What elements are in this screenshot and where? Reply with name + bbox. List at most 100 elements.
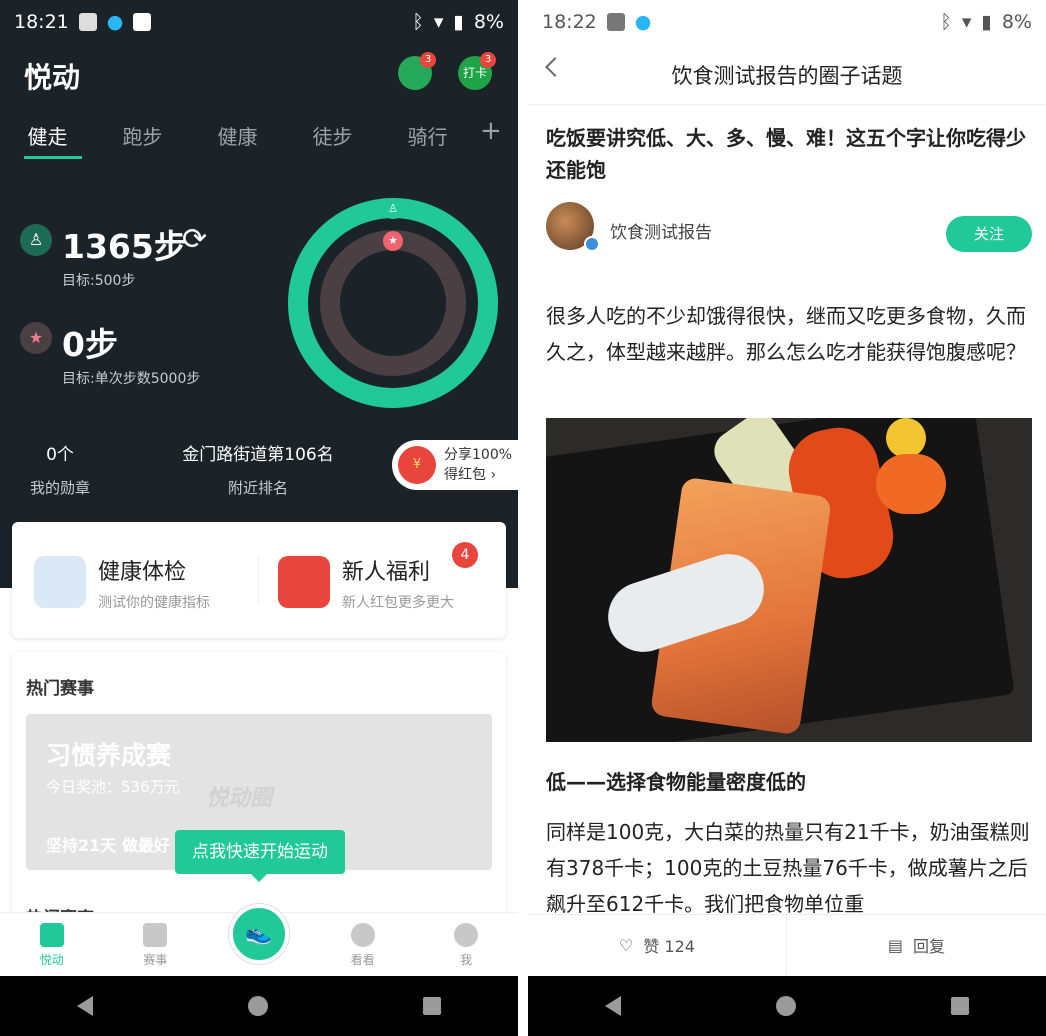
ranking-stat[interactable]: 金门路街道第106名 附近排名 [160, 440, 356, 498]
shoe-icon: 👟 [245, 921, 273, 946]
comment-icon: ▤ [887, 935, 904, 955]
battery-icon-right: ▮ [981, 11, 992, 33]
gender-badge [584, 236, 600, 252]
person-icon [454, 923, 479, 947]
newbie-card[interactable]: 新人福利 新人红包更多更大 [342, 554, 454, 612]
yellow-pepper [886, 418, 926, 458]
status-bar-right: 18:22 ● ᛒ ▾ ▮ 8% [528, 0, 1046, 44]
like-label: 赞 124 [643, 937, 695, 956]
back-nav-icon[interactable] [77, 996, 94, 1016]
home-icon [39, 923, 64, 947]
ring-walker-icon: ♙ [383, 199, 403, 219]
single-step-goal: 目标:单次步数5000步 [62, 371, 201, 387]
wifi-icon-right: ▾ [961, 11, 972, 33]
health-check-icon [34, 556, 86, 608]
recents-nav-icon[interactable] [422, 997, 441, 1015]
quick-start-tooltip[interactable]: 点我快速开始运动 [175, 830, 345, 882]
article-title: 吃饭要讲究低、大、多、慢、难！这五个字让你吃得少还能饱 [546, 126, 1026, 182]
sport-tabs: 健走 跑步 健康 徒步 骑行 [0, 112, 518, 158]
author-name[interactable]: 饮食测试报告 [610, 218, 712, 243]
status-time-right: 18:22 [542, 11, 597, 33]
battery-level-right: 8% [1001, 11, 1032, 33]
friends-badge: 3 [420, 52, 436, 68]
medals-stat[interactable]: 0个 我的勋章 [20, 440, 100, 498]
left-screen: 18:21 ● ᛒ ▾ ▮ 8% 悦动 3 打卡 3 健走 跑步 健康 徒步 骑… [0, 0, 518, 1036]
share-line1: 分享100% [444, 447, 513, 463]
wifi-icon: ▾ [433, 11, 444, 33]
banner-prize: 今日奖池：536万元 [46, 778, 180, 796]
nav-home-label: 悦动 [39, 953, 64, 967]
banner-title: 习惯养成赛 [46, 741, 172, 770]
nav-events-label: 赛事 [143, 953, 168, 967]
like-button[interactable]: ♡ 赞 124 [528, 915, 787, 975]
friends-icon[interactable]: 3 [398, 52, 436, 90]
nav-me-label: 我 [460, 953, 473, 967]
checkin-label: 打卡 [462, 66, 487, 80]
tab-cycle[interactable]: 骑行 [380, 121, 475, 150]
nav-discover[interactable]: 看看 [333, 923, 393, 968]
medals-value: 0个 [46, 445, 74, 465]
system-nav-bar-right [528, 976, 1046, 1036]
home-nav-icon[interactable] [247, 996, 268, 1016]
banner-watermark: 悦动圈 [206, 786, 273, 811]
banner-slogan: 坚持21天 做最好 [46, 836, 170, 855]
gift-icon [278, 556, 330, 608]
single-step-count: 0步 [62, 325, 118, 364]
medals-label: 我的勋章 [29, 479, 90, 497]
newbie-sub: 新人红包更多更大 [342, 595, 454, 611]
sync-icon[interactable]: ⟳ [182, 222, 207, 257]
tab-hike[interactable]: 徒步 [285, 121, 380, 150]
reply-label: 回复 [913, 937, 946, 956]
article-action-bar: ♡ 赞 124 ▤ 回复 [528, 914, 1046, 975]
newbie-title: 新人福利 [342, 560, 431, 585]
qq-icon: ● [106, 11, 124, 33]
newbie-badge: 4 [452, 542, 478, 568]
article-paragraph-1: 很多人吃的不少却饿得很快，继而又吃更多食物，久而久之，体型越来越胖。那么怎么吃才… [546, 304, 1026, 364]
share-line2: 得红包 [444, 467, 486, 483]
app-title: 悦动 [24, 61, 81, 94]
nav-discover-label: 看看 [350, 953, 375, 967]
follow-button[interactable]: 关注 [946, 216, 1032, 252]
ring-star-icon: ★ [383, 231, 403, 251]
feature-cards: 健康体检 测试你的健康指标 新人福利 新人红包更多更大 [12, 522, 506, 638]
nav-me[interactable]: 我 [436, 923, 496, 968]
checkin-button[interactable]: 打卡 3 [458, 52, 496, 90]
heart-icon: ♡ [619, 935, 634, 955]
page-title: 饮食测试报告的圈子话题 [671, 64, 903, 88]
health-check-card[interactable]: 健康体检 测试你的健康指标 [98, 554, 210, 612]
bluetooth-icon-right: ᛒ [940, 11, 952, 33]
discover-icon [350, 923, 375, 947]
tab-walk[interactable]: 健走 [0, 121, 95, 150]
star-icon: ★ [20, 322, 52, 354]
back-nav-icon-right[interactable] [605, 996, 622, 1016]
app-icon [133, 13, 152, 31]
system-nav-bar [0, 976, 518, 1036]
status-bar: 18:21 ● ᛒ ▾ ▮ 8% [0, 0, 518, 44]
image-icon-right [606, 13, 625, 31]
share-redpacket-button[interactable]: ¥ 分享100% 得红包 › [392, 440, 518, 490]
home-nav-icon-right[interactable] [775, 996, 796, 1016]
recents-nav-icon-right[interactable] [950, 997, 969, 1015]
ranking-label: 附近排名 [227, 479, 288, 497]
health-check-sub: 测试你的健康指标 [98, 595, 210, 611]
checkin-badge: 3 [480, 52, 496, 68]
tab-run[interactable]: 跑步 [95, 121, 190, 150]
start-exercise-button[interactable]: 👟 [229, 904, 289, 964]
active-tab-indicator [24, 156, 82, 159]
add-tab-button[interactable]: + [480, 116, 502, 146]
right-screen: 18:22 ● ᛒ ▾ ▮ 8% 饮食测试报告的圈子话题 吃饭要讲究低、大、多、… [528, 0, 1046, 1036]
nav-home[interactable]: 悦动 [22, 923, 82, 968]
image-icon [78, 13, 97, 31]
tab-health[interactable]: 健康 [190, 121, 285, 150]
trophy-icon [143, 923, 168, 947]
battery-level: 8% [473, 11, 504, 33]
reply-button[interactable]: ▤ 回复 [787, 915, 1046, 975]
article-subheading: 低——选择食物能量密度低的 [546, 770, 806, 794]
hot-events-title-2: 热门赛事 [26, 904, 94, 912]
single-progress-ring [320, 230, 466, 376]
battery-icon: ▮ [453, 11, 464, 33]
chevron-right-icon: › [490, 467, 497, 483]
header-divider [528, 104, 1046, 105]
nav-events[interactable]: 赛事 [125, 923, 185, 968]
ranking-value: 金门路街道第106名 [182, 445, 334, 465]
